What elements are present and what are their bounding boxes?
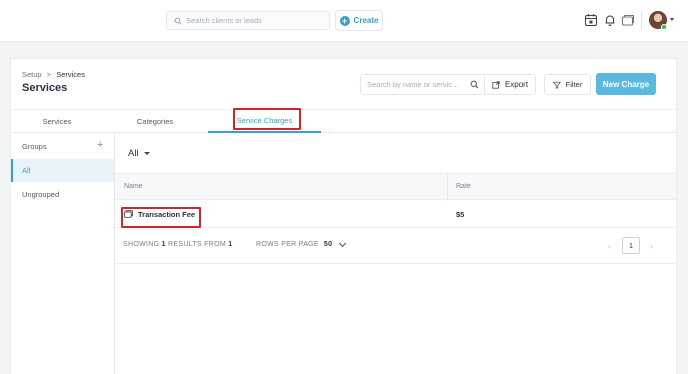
table-header: Name Rate: [115, 173, 676, 201]
group-filter-value: All: [128, 148, 139, 159]
sidebar-item-all[interactable]: All: [11, 159, 114, 182]
tab-services[interactable]: Services: [11, 110, 103, 133]
online-status-indicator: [661, 24, 667, 30]
divider: [641, 11, 642, 30]
highlight-annotation: [233, 108, 301, 130]
rows-per-page-value: 50: [323, 241, 333, 248]
chevron-down-icon[interactable]: [670, 18, 674, 21]
search-icon: [174, 16, 182, 25]
tab-categories[interactable]: Categories: [107, 110, 203, 133]
cards-icon[interactable]: [621, 13, 635, 27]
breadcrumb-current: Services: [56, 70, 85, 79]
export-icon: [492, 80, 500, 89]
bell-icon[interactable]: [603, 13, 617, 27]
charges-search-input[interactable]: [367, 80, 463, 89]
chevron-down-icon: [339, 239, 347, 247]
global-search-input[interactable]: [186, 16, 326, 25]
sidebar-item-ungrouped[interactable]: Ungrouped: [22, 190, 59, 199]
groups-heading: Groups: [22, 142, 47, 151]
charges-search[interactable]: [360, 74, 486, 95]
table-footer: SHOWING 1 RESULTS FROM 1 ROWS PER PAGE 5…: [115, 228, 676, 264]
page-title: Services: [22, 82, 68, 94]
filter-icon: [552, 81, 561, 89]
breadcrumb-root[interactable]: Setup: [22, 70, 42, 79]
search-icon[interactable]: [470, 80, 479, 89]
rows-per-page-label: ROWS PER PAGE: [256, 241, 319, 248]
services-panel: Setup > Services Services Export Filter …: [10, 58, 677, 374]
page-number-current[interactable]: 1: [622, 237, 640, 254]
highlight-annotation: [121, 207, 201, 228]
create-button[interactable]: + Create: [335, 10, 383, 31]
column-divider: [447, 174, 448, 201]
groups-sidebar: Groups + All Ungrouped: [11, 134, 115, 374]
new-charge-button[interactable]: New Charge: [596, 73, 656, 95]
next-page-button[interactable]: ›: [650, 241, 653, 251]
create-label: Create: [353, 16, 379, 25]
global-search[interactable]: [166, 11, 330, 30]
chevron-down-icon: [143, 152, 150, 155]
breadcrumb-separator: >: [46, 70, 52, 79]
charge-rate: $5: [456, 210, 465, 219]
column-header-name[interactable]: Name: [124, 183, 143, 190]
plus-icon: +: [339, 15, 350, 26]
column-header-rate[interactable]: Rate: [456, 183, 471, 190]
group-filter-dropdown[interactable]: All: [128, 148, 150, 159]
add-group-button[interactable]: +: [97, 139, 103, 151]
export-button[interactable]: Export: [484, 74, 536, 95]
previous-page-button[interactable]: ‹: [608, 241, 611, 251]
calendar-icon[interactable]: [584, 13, 598, 27]
rows-per-page-select[interactable]: ROWS PER PAGE 50: [256, 239, 347, 248]
breadcrumb: Setup > Services: [22, 70, 85, 79]
filter-button[interactable]: Filter: [544, 74, 591, 95]
filter-label: Filter: [565, 80, 583, 89]
results-summary: SHOWING 1 RESULTS FROM 1: [123, 241, 233, 248]
tab-bar: Services Categories Service Charges: [11, 108, 676, 133]
top-bar: + Create: [0, 0, 688, 42]
export-label: Export: [504, 80, 529, 89]
